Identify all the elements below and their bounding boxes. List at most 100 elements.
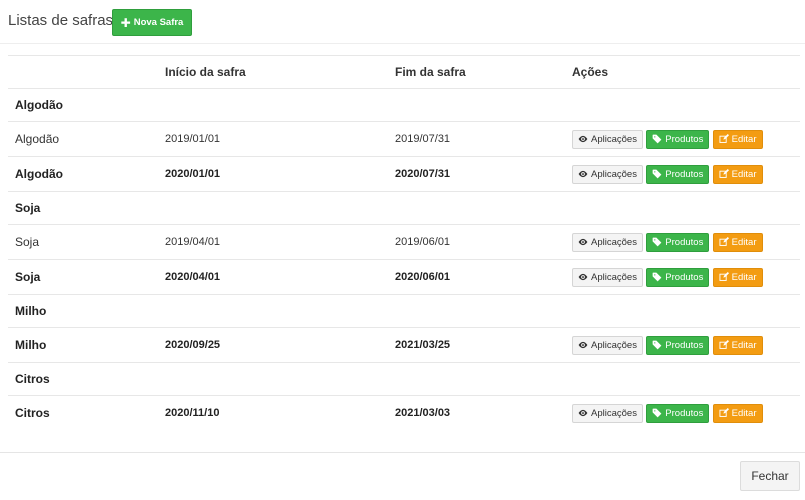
edit-button[interactable]: Editar bbox=[712, 403, 763, 423]
table-row: Soja 2020/04/01 2020/06/01 Aplicações Produ… bbox=[8, 259, 800, 295]
edit-label: Editar bbox=[731, 339, 757, 351]
eye-icon bbox=[578, 135, 588, 143]
edit-button[interactable]: Editar bbox=[712, 164, 763, 184]
row-actions: Aplicações Produtos Editar bbox=[565, 156, 800, 192]
harvest-start-date: 2020/01/01 bbox=[158, 156, 388, 192]
applications-button[interactable]: Aplicações bbox=[572, 335, 643, 355]
group-row: Citros bbox=[8, 362, 800, 396]
applications-label: Aplicações bbox=[591, 236, 637, 248]
harvest-start-date: 2020/04/01 bbox=[158, 259, 388, 295]
edit-button[interactable]: Editar bbox=[712, 232, 763, 252]
new-harvest-label: Nova Safra bbox=[133, 17, 184, 28]
group-row: Milho bbox=[8, 294, 800, 328]
edit-icon bbox=[719, 340, 729, 349]
column-header-name bbox=[8, 55, 158, 89]
harvest-name: Soja bbox=[8, 224, 158, 260]
table-row: Soja 2019/04/01 2019/06/01 Aplicações Produ… bbox=[8, 224, 800, 260]
products-button[interactable]: Produtos bbox=[646, 403, 710, 423]
applications-button[interactable]: Aplicações bbox=[572, 164, 643, 184]
column-header-end: Fim da safra bbox=[388, 55, 565, 89]
applications-label: Aplicações bbox=[591, 133, 637, 145]
edit-label: Editar bbox=[731, 407, 757, 419]
products-label: Produtos bbox=[665, 407, 704, 419]
products-label: Produtos bbox=[665, 168, 704, 180]
group-row: Algodão bbox=[8, 88, 800, 122]
products-button[interactable]: Produtos bbox=[646, 164, 710, 184]
table-body: Algodão Algodão 2019/01/01 2019/07/31 Aplica… bbox=[8, 88, 800, 430]
applications-button[interactable]: Aplicações bbox=[572, 129, 643, 149]
harvest-table: Início da safra Fim da safra Ações Algod… bbox=[8, 55, 800, 430]
products-label: Produtos bbox=[665, 339, 704, 351]
harvest-name: Algodão bbox=[8, 156, 158, 192]
harvest-start-date: 2020/09/25 bbox=[158, 327, 388, 363]
harvest-end-date: 2021/03/25 bbox=[388, 327, 565, 363]
harvest-name: Citros bbox=[8, 395, 158, 430]
harvest-end-date: 2021/03/03 bbox=[388, 395, 565, 430]
tag-icon bbox=[652, 237, 662, 247]
tag-icon bbox=[652, 408, 662, 418]
edit-icon bbox=[719, 134, 729, 143]
group-row: Soja bbox=[8, 191, 800, 225]
eye-icon bbox=[578, 238, 588, 246]
tag-icon bbox=[652, 169, 662, 179]
plus-icon: ✚ bbox=[120, 15, 131, 30]
tag-icon bbox=[652, 134, 662, 144]
harvest-end-date: 2019/06/01 bbox=[388, 224, 565, 260]
products-button[interactable]: Produtos bbox=[646, 267, 710, 287]
table-row: Algodão 2020/01/01 2020/07/31 Aplicações Pr… bbox=[8, 156, 800, 192]
group-name: Citros bbox=[8, 362, 800, 396]
column-header-start: Início da safra bbox=[158, 55, 388, 89]
column-header-actions: Ações bbox=[565, 55, 800, 89]
harvest-start-date: 2020/11/10 bbox=[158, 395, 388, 430]
applications-button[interactable]: Aplicações bbox=[572, 267, 643, 287]
harvest-name: Milho bbox=[8, 327, 158, 363]
edit-label: Editar bbox=[731, 236, 757, 248]
page-title: Listas de safras bbox=[8, 12, 114, 29]
table-row: Citros 2020/11/10 2021/03/03 Aplicações Pro… bbox=[8, 395, 800, 430]
row-actions: Aplicações Produtos Editar bbox=[565, 327, 800, 363]
applications-label: Aplicações bbox=[591, 339, 637, 351]
group-name: Soja bbox=[8, 191, 800, 225]
edit-icon bbox=[719, 237, 729, 246]
edit-button[interactable]: Editar bbox=[712, 129, 763, 149]
row-actions: Aplicações Produtos Editar bbox=[565, 121, 800, 157]
harvest-start-date: 2019/01/01 bbox=[158, 121, 388, 157]
products-button[interactable]: Produtos bbox=[646, 335, 710, 355]
tag-icon bbox=[652, 340, 662, 350]
products-button[interactable]: Produtos bbox=[646, 232, 710, 252]
eye-icon bbox=[578, 409, 588, 417]
eye-icon bbox=[578, 273, 588, 281]
harvest-end-date: 2020/06/01 bbox=[388, 259, 565, 295]
tag-icon bbox=[652, 272, 662, 282]
edit-button[interactable]: Editar bbox=[712, 335, 763, 355]
new-harvest-button[interactable]: ✚ Nova Safra bbox=[112, 9, 192, 36]
eye-icon bbox=[578, 341, 588, 349]
applications-button[interactable]: Aplicações bbox=[572, 403, 643, 423]
close-button[interactable]: Fechar bbox=[740, 461, 800, 491]
edit-label: Editar bbox=[731, 133, 757, 145]
group-name: Milho bbox=[8, 294, 800, 328]
row-actions: Aplicações Produtos Editar bbox=[565, 259, 800, 295]
row-actions: Aplicações Produtos Editar bbox=[565, 395, 800, 430]
row-actions: Aplicações Produtos Editar bbox=[565, 224, 800, 260]
group-name: Algodão bbox=[8, 88, 800, 122]
modal-footer bbox=[0, 452, 805, 500]
eye-icon bbox=[578, 170, 588, 178]
products-label: Produtos bbox=[665, 271, 704, 283]
edit-button[interactable]: Editar bbox=[712, 267, 763, 287]
table-row: Algodão 2019/01/01 2019/07/31 Aplicações Pr… bbox=[8, 121, 800, 157]
applications-button[interactable]: Aplicações bbox=[572, 232, 643, 252]
applications-label: Aplicações bbox=[591, 407, 637, 419]
edit-label: Editar bbox=[731, 271, 757, 283]
applications-label: Aplicações bbox=[591, 271, 637, 283]
harvest-name: Soja bbox=[8, 259, 158, 295]
harvest-name: Algodão bbox=[8, 121, 158, 157]
products-button[interactable]: Produtos bbox=[646, 129, 710, 149]
edit-icon bbox=[719, 169, 729, 178]
applications-label: Aplicações bbox=[591, 168, 637, 180]
edit-icon bbox=[719, 272, 729, 281]
table-header-row: Início da safra Fim da safra Ações bbox=[8, 55, 800, 89]
table-row: Milho 2020/09/25 2021/03/25 Aplicações Prod… bbox=[8, 327, 800, 363]
harvest-end-date: 2019/07/31 bbox=[388, 121, 565, 157]
products-label: Produtos bbox=[665, 133, 704, 145]
